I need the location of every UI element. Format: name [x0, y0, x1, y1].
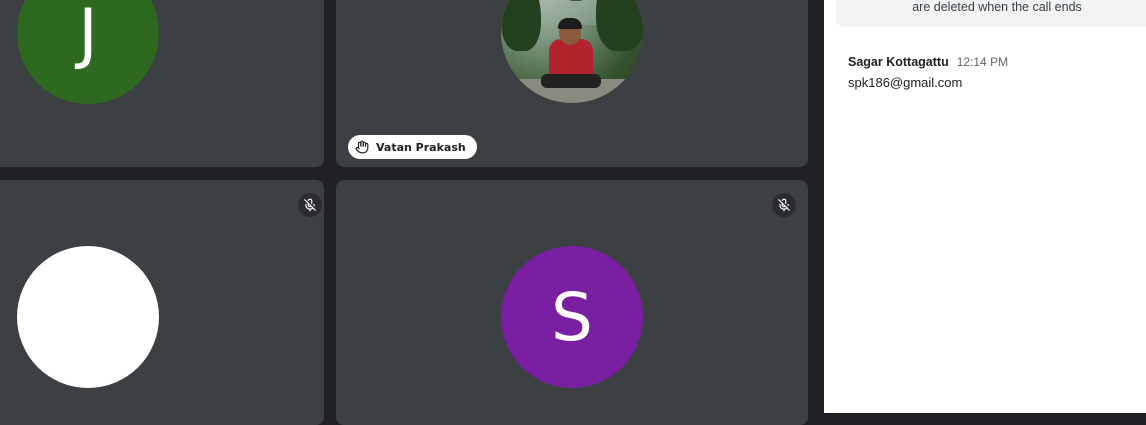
mic-off-icon: [772, 193, 796, 217]
avatar-initial: J: [78, 0, 98, 72]
mic-off-icon: [298, 193, 322, 217]
message-sender: Sagar Kottagattu: [848, 55, 949, 69]
message-time: 12:14 PM: [956, 55, 1009, 69]
participant-tile-s[interactable]: S: [336, 180, 808, 425]
chat-message-header: Sagar Kottagattu 12:14 PM: [848, 55, 1138, 69]
chat-message: Sagar Kottagattu 12:14 PM spk186@gmail.c…: [848, 55, 1138, 90]
participant-avatar-blank: [17, 246, 159, 388]
participant-tile-blank[interactable]: [0, 180, 324, 425]
participant-name: Vatan Prakash: [376, 140, 466, 154]
chat-notice-text: are deleted when the call ends: [912, 0, 1082, 14]
chat-notice: are deleted when the call ends: [836, 0, 1146, 27]
participant-avatar-j: J: [17, 0, 159, 104]
participant-avatar-s: S: [501, 246, 643, 388]
message-text[interactable]: spk186@gmail.com: [848, 75, 1138, 90]
participant-name-chip: Vatan Prakash: [348, 135, 477, 159]
chat-panel: are deleted when the call ends Sagar Kot…: [824, 0, 1146, 413]
avatar-initial: S: [551, 278, 593, 356]
participant-avatar-photo: [501, 0, 643, 103]
participant-tile-vatan-prakash[interactable]: Vatan Prakash: [336, 0, 808, 167]
participant-tile-j[interactable]: J: [0, 0, 324, 167]
raised-hand-icon: [355, 140, 369, 154]
